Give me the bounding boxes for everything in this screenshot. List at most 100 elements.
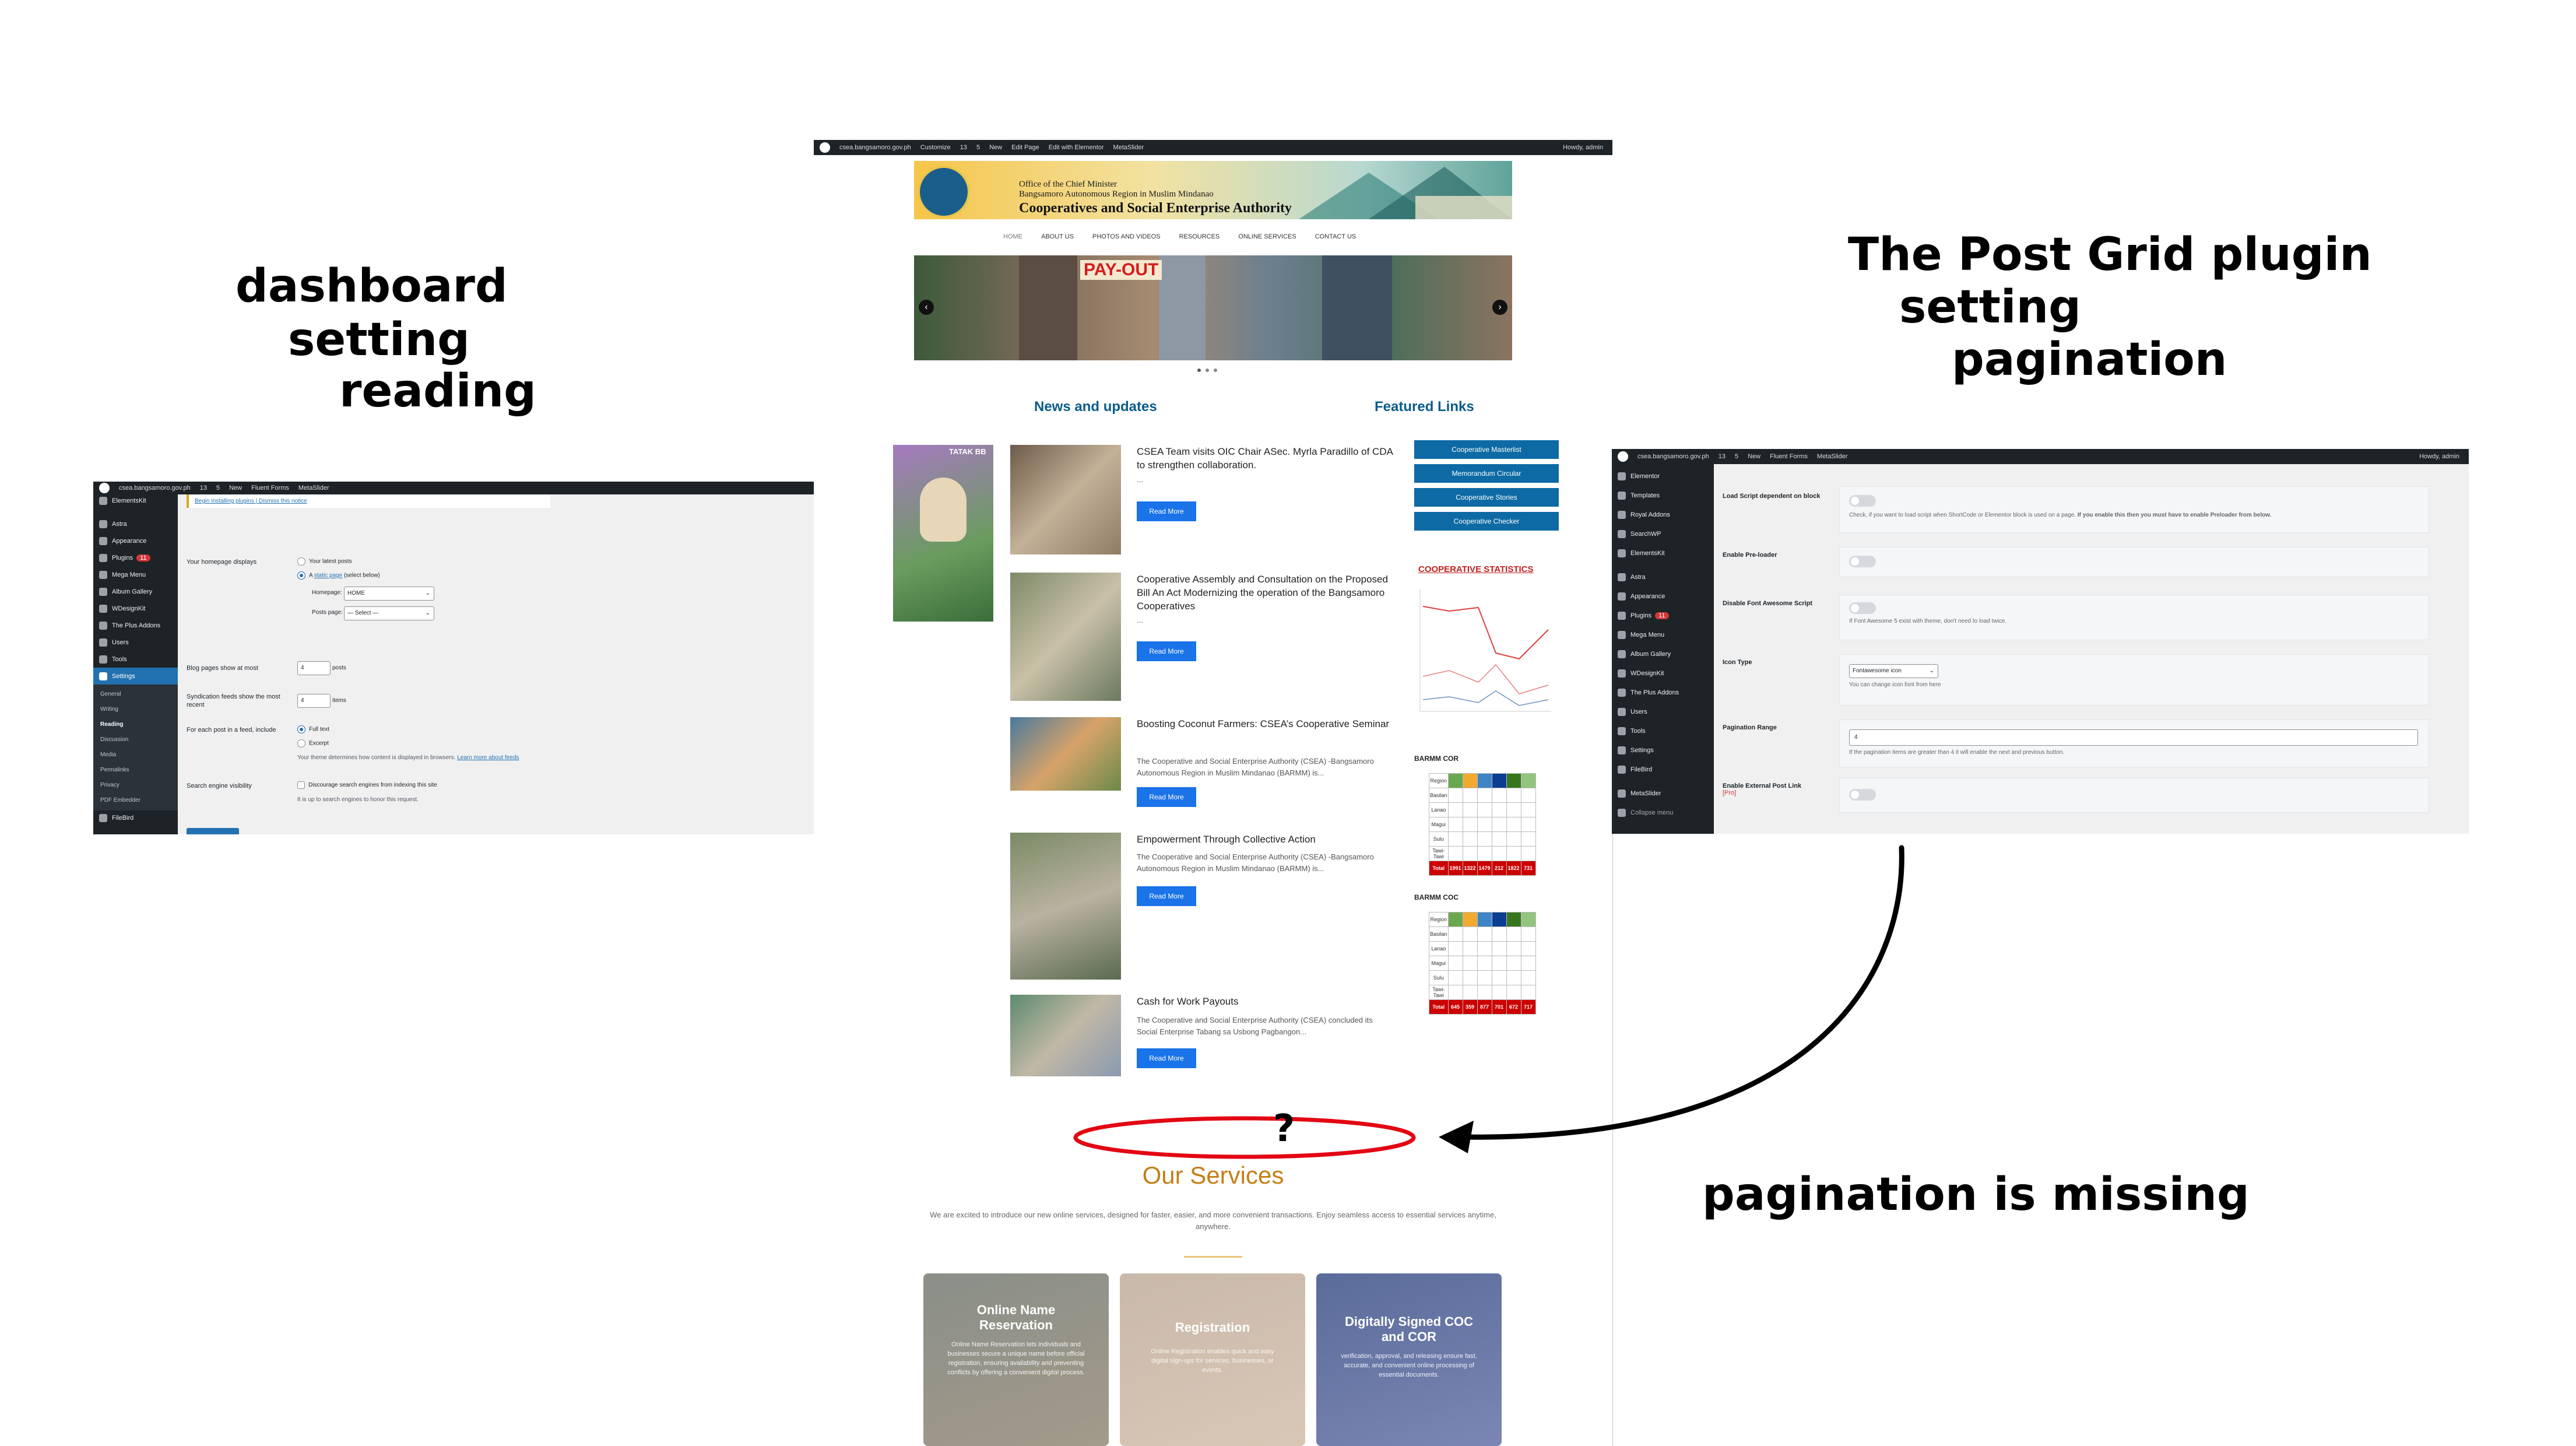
- post-thumbnail[interactable]: [1010, 717, 1121, 791]
- submenu-privacy[interactable]: Privacy: [100, 778, 178, 793]
- read-more-button[interactable]: Read More: [1137, 641, 1196, 661]
- homepage-select[interactable]: HOME ⌄: [344, 587, 434, 601]
- site-admin-bar-comments[interactable]: 5: [976, 144, 980, 151]
- post-title[interactable]: CSEA Team visits OIC Chair ASec. Myrla P…: [1137, 445, 1393, 472]
- sidebar-item-plus-addons[interactable]: The Plus Addons: [93, 617, 178, 634]
- sidebar-item-filebird[interactable]: FileBird: [1612, 760, 1714, 779]
- sidebar-item-astra[interactable]: Astra: [93, 515, 178, 532]
- preloader-toggle[interactable]: [1849, 556, 1876, 567]
- admin-bar-updates[interactable]: 13: [200, 485, 207, 492]
- font-awesome-toggle[interactable]: [1849, 602, 1876, 614]
- read-more-button[interactable]: Read More: [1137, 501, 1196, 521]
- sidebar-item-mega-menu[interactable]: Mega Menu: [93, 566, 178, 583]
- featured-link-stories[interactable]: Cooperative Stories: [1414, 488, 1559, 507]
- admin-bar-slider[interactable]: MetaSlider: [298, 485, 329, 492]
- nav-resources[interactable]: RESOURCES: [1179, 233, 1220, 240]
- option-latest-posts[interactable]: Your latest posts: [297, 557, 352, 566]
- read-more-button[interactable]: Read More: [1137, 787, 1196, 807]
- site-admin-bar-customize[interactable]: Customize: [920, 144, 951, 151]
- site-admin-bar-edit[interactable]: Edit Page: [1011, 144, 1039, 151]
- nav-contact-us[interactable]: CONTACT US: [1315, 233, 1356, 240]
- sidebar-item-appearance[interactable]: Appearance: [1612, 587, 1714, 606]
- submenu-reading[interactable]: Reading: [100, 717, 178, 732]
- admin-bar-forms[interactable]: Fluent Forms: [251, 485, 289, 492]
- slider-next-arrow[interactable]: ›: [1492, 300, 1507, 315]
- option-static-page[interactable]: A static page (select below): [297, 571, 380, 580]
- sidebar-item-plugins[interactable]: Plugins 11: [93, 549, 178, 566]
- read-more-button[interactable]: Read More: [1137, 1048, 1196, 1068]
- admin-bar-site[interactable]: csea.bangsamoro.gov.ph: [119, 485, 191, 492]
- submenu-media[interactable]: Media: [100, 747, 178, 763]
- post-thumbnail[interactable]: [1010, 995, 1121, 1076]
- read-more-button[interactable]: Read More: [1137, 886, 1196, 906]
- post-thumbnail[interactable]: [1010, 573, 1121, 701]
- syndication-input[interactable]: 4: [297, 694, 331, 708]
- option-full-text[interactable]: Full text: [297, 725, 329, 733]
- sidebar-item-users[interactable]: Users: [93, 634, 178, 651]
- sidebar-item-album-gallery[interactable]: Album Gallery: [1612, 644, 1714, 664]
- search-visibility-option[interactable]: Discourage search engines from indexing …: [297, 781, 437, 789]
- admin-bar-slider[interactable]: MetaSlider: [1817, 453, 1848, 460]
- wordpress-icon[interactable]: [820, 142, 830, 153]
- submenu-permalinks[interactable]: Permalinks: [100, 763, 178, 778]
- sidebar-item-searchwp[interactable]: SearchWP: [1612, 524, 1714, 543]
- sidebar-item-plus-addons[interactable]: The Plus Addons: [1612, 683, 1714, 702]
- pagination-range-input[interactable]: 4: [1849, 729, 2418, 746]
- nav-home[interactable]: HOME: [1003, 233, 1022, 240]
- sidebar-item-mega-menu[interactable]: Mega Menu: [1612, 625, 1714, 644]
- option-excerpt[interactable]: Excerpt: [297, 739, 329, 747]
- sidebar-item-templates[interactable]: Templates: [1612, 486, 1714, 505]
- sidebar-item-tools[interactable]: Tools: [1612, 721, 1714, 740]
- sidebar-item-users[interactable]: Users: [1612, 702, 1714, 721]
- post-thumbnail[interactable]: [1010, 445, 1121, 554]
- admin-bar-comments[interactable]: 5: [216, 485, 220, 492]
- radio-excerpt[interactable]: [297, 739, 305, 747]
- admin-bar-new[interactable]: New: [229, 485, 242, 492]
- admin-bar-howdy[interactable]: Howdy, admin: [2419, 453, 2459, 460]
- sidebar-item-wdesignkit[interactable]: WDesignKit: [1612, 664, 1714, 683]
- sidebar-item-tools[interactable]: Tools: [93, 651, 178, 668]
- save-changes-button[interactable]: [187, 828, 239, 834]
- search-visibility-checkbox[interactable]: [297, 781, 305, 789]
- site-admin-bar-slider[interactable]: MetaSlider: [1113, 144, 1144, 151]
- icon-type-select[interactable]: Fontawesome icon ⌄: [1849, 664, 1938, 678]
- notice-link[interactable]: Begin installing plugins | Dismiss this …: [195, 498, 307, 504]
- nav-online-services[interactable]: ONLINE SERVICES: [1238, 233, 1296, 240]
- sidebar-item-elementskit[interactable]: ElementsKit: [1612, 543, 1714, 563]
- site-admin-bar-updates[interactable]: 13: [960, 144, 967, 151]
- submenu-writing[interactable]: Writing: [100, 702, 178, 717]
- sidebar-item-plugins[interactable]: Plugins 11: [1612, 606, 1714, 625]
- site-admin-bar-elementor[interactable]: Edit with Elementor: [1049, 144, 1104, 151]
- post-title[interactable]: Boosting Coconut Farmers: CSEA’s Coopera…: [1137, 717, 1393, 731]
- nav-about-us[interactable]: ABOUT US: [1041, 233, 1074, 240]
- sidebar-item-appearance[interactable]: Appearance: [93, 532, 178, 549]
- radio-static[interactable]: [297, 571, 305, 580]
- featured-link-checker[interactable]: Cooperative Checker: [1414, 512, 1559, 531]
- sidebar-item-settings[interactable]: Settings: [1612, 740, 1714, 760]
- post-thumbnail[interactable]: [1010, 833, 1121, 980]
- posts-page-select[interactable]: — Select — ⌄: [344, 606, 434, 620]
- sidebar-item-metaslider[interactable]: MetaSlider: [1612, 784, 1714, 803]
- post-title[interactable]: Empowerment Through Collective Action: [1137, 833, 1393, 846]
- admin-bar-updates[interactable]: 13: [1718, 453, 1725, 460]
- collapse-menu[interactable]: Collapse menu: [1612, 803, 1714, 822]
- sidebar-item-elementskit[interactable]: ElementsKit: [93, 494, 178, 507]
- submenu-general[interactable]: General: [100, 687, 178, 702]
- site-admin-bar-new[interactable]: New: [989, 144, 1002, 151]
- post-title[interactable]: Cooperative Assembly and Consultation on…: [1137, 573, 1399, 613]
- service-card-name-reservation[interactable]: Online Name Reservation Online Name Rese…: [923, 1273, 1109, 1446]
- admin-bar-comments[interactable]: 5: [1735, 453, 1738, 460]
- slider-prev-arrow[interactable]: ‹: [919, 300, 934, 315]
- sidebar-item-wdesignkit[interactable]: WDesignKit: [93, 600, 178, 617]
- external-link-toggle[interactable]: [1849, 789, 1876, 801]
- admin-bar-forms[interactable]: Fluent Forms: [1770, 453, 1808, 460]
- sidebar-item-settings[interactable]: Settings: [93, 668, 178, 685]
- admin-bar-new[interactable]: New: [1748, 453, 1760, 460]
- sidebar-item-filebird[interactable]: FileBird: [93, 810, 178, 826]
- nav-photos-videos[interactable]: PHOTOS AND VIDEOS: [1092, 233, 1161, 240]
- sidebar-item-astra[interactable]: Astra: [1612, 567, 1714, 587]
- slider-dot[interactable]: [1206, 368, 1209, 372]
- submenu-discussion[interactable]: Discussion: [100, 732, 178, 747]
- wordpress-icon[interactable]: [1618, 451, 1628, 462]
- wordpress-icon[interactable]: [99, 483, 110, 493]
